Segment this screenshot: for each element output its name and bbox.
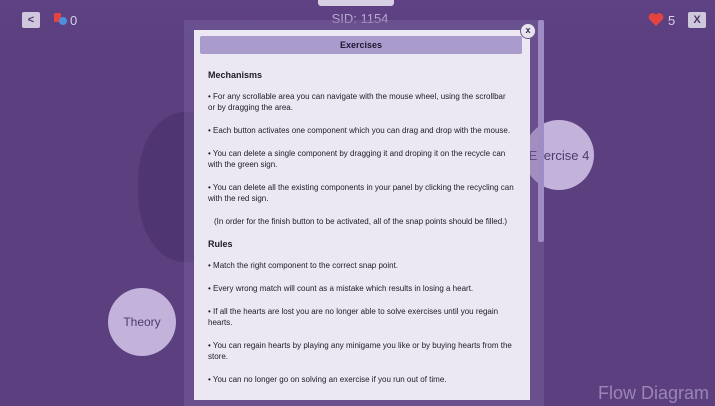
- flow-diagram-label: Flow Diagram: [597, 383, 709, 403]
- theory-button[interactable]: Theory: [108, 288, 176, 356]
- rules-heading: Rules: [208, 239, 233, 249]
- modal-scrollbar[interactable]: [538, 20, 544, 242]
- heart-icon: [648, 12, 664, 32]
- back-button[interactable]: <: [22, 12, 40, 28]
- hint-count: 0: [70, 13, 78, 28]
- hearts-count: 5: [668, 13, 676, 28]
- rule-item: • If all the hearts are lost you are no …: [208, 307, 499, 327]
- modal-close-button[interactable]: x: [520, 23, 536, 39]
- rule-item: • You can regain hearts by playing any m…: [208, 341, 512, 361]
- rule-item: • Match the right component to the corre…: [208, 261, 399, 270]
- hint-icon: [52, 11, 68, 32]
- sid-tab: [318, 0, 394, 6]
- mechanism-item: • For any scrollable area you can naviga…: [208, 92, 506, 112]
- rule-item: • Every wrong match will count as a mist…: [208, 284, 474, 293]
- modal-content[interactable]: Mechanisms • For any scrollable area you…: [208, 66, 514, 397]
- finish-note: (In order for the finish button to be ac…: [214, 217, 508, 226]
- exercises-modal[interactable]: Exercises Mechanisms • For any scrollabl…: [194, 30, 530, 400]
- mechanisms-heading: Mechanisms: [208, 70, 263, 80]
- mechanism-item: • You can delete all the existing compon…: [208, 183, 514, 203]
- mechanism-item: • Each button activates one component wh…: [208, 126, 511, 135]
- modal-title: Exercises: [200, 36, 522, 54]
- mechanism-item: • You can delete a single component by d…: [208, 149, 506, 169]
- exit-button[interactable]: X: [688, 12, 706, 28]
- rule-item: • You can no longer go on solving an exe…: [208, 375, 447, 384]
